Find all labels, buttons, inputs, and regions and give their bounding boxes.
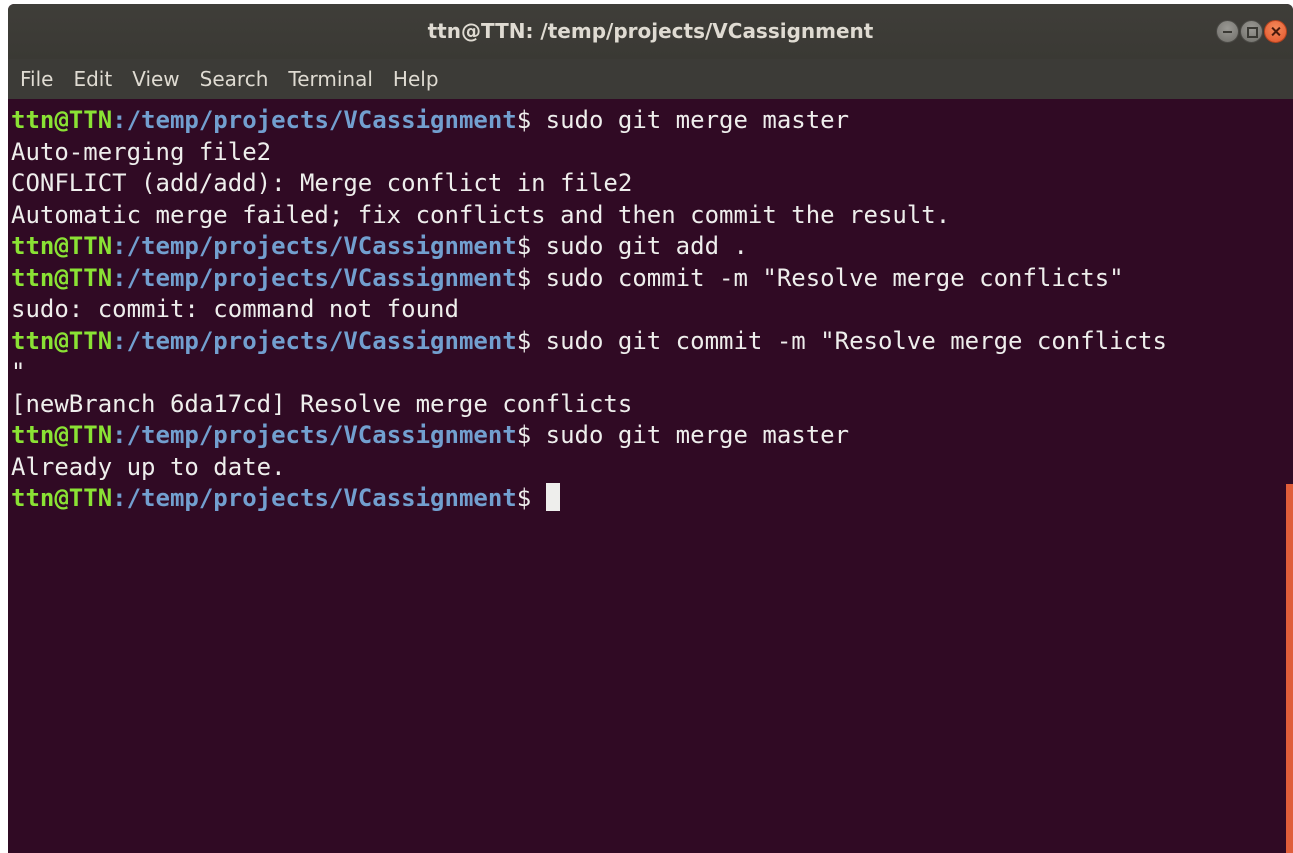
output-line: [newBranch 6da17cd] Resolve merge confli… <box>11 389 1286 421</box>
prompt-symbol: $ <box>516 326 546 355</box>
command-line: ttn@TTN:/temp/projects/VCassignment$ sud… <box>11 231 1286 263</box>
output-text: Auto-merging file2 <box>11 137 272 166</box>
prompt-path: :/temp/projects/VCassignment <box>112 326 517 355</box>
output-text: sudo: commit: command not found <box>11 295 459 323</box>
command-text: sudo git merge master <box>545 106 850 134</box>
maximize-icon[interactable] <box>1240 20 1263 43</box>
output-text: [newBranch 6da17cd] Resolve merge confli… <box>11 389 633 418</box>
window-title: ttn@TTN: /temp/projects/VCassignment <box>427 19 874 43</box>
menu-bar: File Edit View Search Terminal Help <box>8 59 1293 99</box>
menu-edit[interactable]: Edit <box>63 59 122 99</box>
output-text: Already up to date. <box>11 452 286 481</box>
terminal-window: ttn@TTN: /temp/projects/VCassignment Fil… <box>8 4 1293 853</box>
title-bar[interactable]: ttn@TTN: /temp/projects/VCassignment <box>8 4 1293 59</box>
close-icon[interactable] <box>1264 20 1287 43</box>
window-controls <box>1216 20 1287 44</box>
prompt-path: :/temp/projects/VCassignment <box>112 263 517 292</box>
prompt-path: :/temp/projects/VCassignment <box>112 106 517 134</box>
output-text: " <box>11 358 26 386</box>
output-text: CONFLICT (add/add): Merge conflict in fi… <box>11 169 633 197</box>
command-line: ttn@TTN:/temp/projects/VCassignment$ sud… <box>11 420 1286 452</box>
command-text: sudo git merge master <box>545 421 850 449</box>
menu-terminal[interactable]: Terminal <box>278 59 383 99</box>
scrollbar[interactable] <box>1286 484 1293 853</box>
command-line: ttn@TTN:/temp/projects/VCassignment$ sud… <box>11 263 1286 295</box>
prompt-user: ttn@TTN <box>11 326 113 355</box>
prompt-symbol: $ <box>516 232 546 260</box>
output-line: " <box>11 357 1286 389</box>
cursor <box>545 483 560 511</box>
command-text: sudo commit -m "Resolve merge conflicts" <box>545 263 1124 292</box>
command-text: sudo git commit -m "Resolve merge confli… <box>545 326 1167 355</box>
terminal-output[interactable]: ttn@TTN:/temp/projects/VCassignment$ sud… <box>8 99 1286 853</box>
output-line: CONFLICT (add/add): Merge conflict in fi… <box>11 168 1286 200</box>
output-line: Automatic merge failed; fix conflicts an… <box>11 200 1286 232</box>
output-line: sudo: commit: command not found <box>11 294 1286 326</box>
prompt-user: ttn@TTN <box>11 421 113 449</box>
command-line: ttn@TTN:/temp/projects/VCassignment$ sud… <box>11 105 1286 137</box>
prompt-symbol: $ <box>516 263 546 292</box>
prompt-path: :/temp/projects/VCassignment <box>112 232 517 260</box>
prompt-path: :/temp/projects/VCassignment <box>112 421 517 449</box>
prompt-user: ttn@TTN <box>11 484 113 512</box>
command-line: ttn@TTN:/temp/projects/VCassignment$ <box>11 483 1286 515</box>
menu-view[interactable]: View <box>122 59 189 99</box>
command-line: ttn@TTN:/temp/projects/VCassignment$ sud… <box>11 326 1286 358</box>
output-line: Auto-merging file2 <box>11 137 1286 169</box>
prompt-path: :/temp/projects/VCassignment <box>112 484 517 512</box>
minimize-icon[interactable] <box>1216 20 1239 43</box>
prompt-symbol: $ <box>516 106 546 134</box>
prompt-symbol: $ <box>516 484 546 512</box>
output-text: Automatic merge failed; fix conflicts an… <box>11 200 951 229</box>
command-text: sudo git add . <box>545 232 748 260</box>
prompt-user: ttn@TTN <box>11 232 113 260</box>
menu-search[interactable]: Search <box>190 59 279 99</box>
menu-help[interactable]: Help <box>383 59 449 99</box>
prompt-user: ttn@TTN <box>11 263 113 292</box>
prompt-symbol: $ <box>516 421 546 449</box>
output-line: Already up to date. <box>11 452 1286 484</box>
prompt-user: ttn@TTN <box>11 106 113 134</box>
menu-file[interactable]: File <box>8 59 63 99</box>
